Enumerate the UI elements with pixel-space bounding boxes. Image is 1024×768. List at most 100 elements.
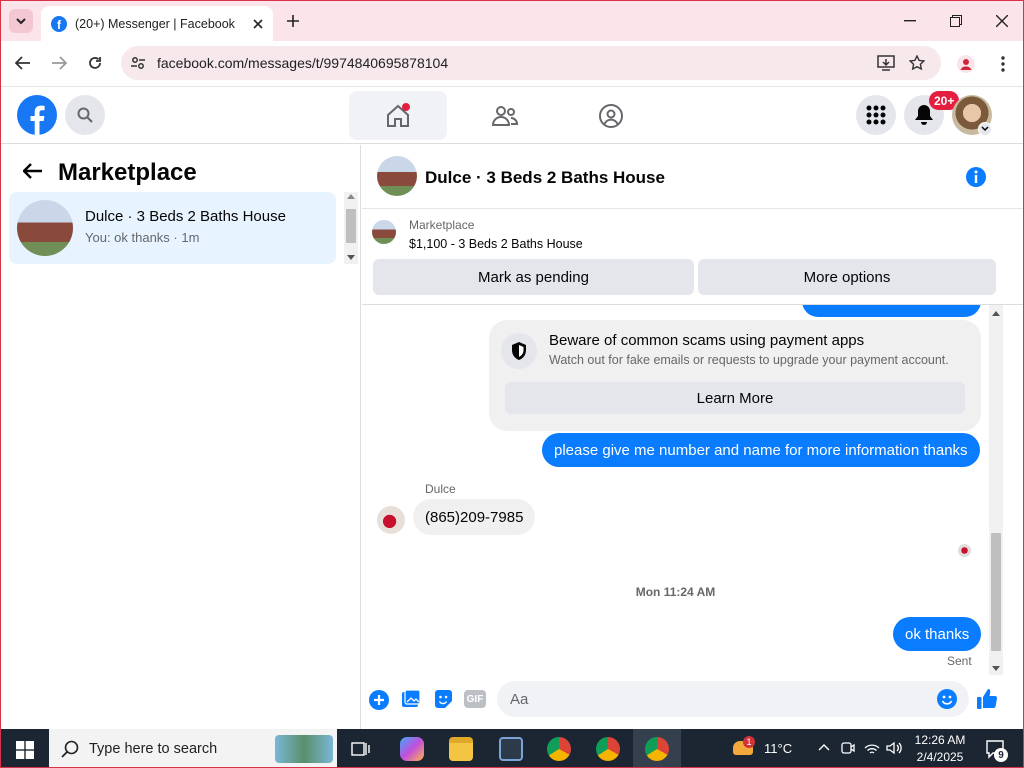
close-window-button[interactable] (985, 6, 1019, 36)
conversation-name: Dulce · 3 Beds 2 Baths House (85, 208, 286, 225)
taskbar-search-placeholder: Type here to search (89, 741, 218, 757)
photos-app-icon[interactable] (499, 737, 523, 761)
list-scrollbar[interactable] (344, 192, 358, 264)
message-thread: Beware of common scams using payment app… (362, 305, 1023, 675)
read-receipt-avatar (958, 544, 971, 557)
windows-taskbar: Type here to search 1 11°C 12:26 AM 2/4/… (1, 729, 1023, 767)
minimize-button[interactable] (893, 6, 927, 36)
meet-now-icon[interactable] (841, 740, 855, 756)
browser-menu-button[interactable] (991, 52, 1015, 76)
wifi-icon[interactable] (864, 740, 880, 756)
message-status: Sent (947, 654, 972, 668)
clock-time[interactable]: 12:26 AM (906, 733, 974, 747)
info-icon[interactable] (965, 166, 987, 188)
grid-menu-icon (866, 105, 886, 125)
scam-body: Watch out for fake emails or requests to… (549, 353, 949, 367)
chrome-profile-icon[interactable] (596, 737, 620, 761)
menu-button[interactable] (856, 95, 896, 135)
photo-icon[interactable] (401, 689, 421, 709)
listing-label: Marketplace (409, 218, 475, 232)
account-chevron[interactable] (978, 122, 992, 136)
notification-center-count: 9 (994, 748, 1008, 762)
chat-avatar[interactable] (377, 156, 417, 196)
scroll-thumb[interactable] (346, 209, 356, 243)
back-button[interactable] (11, 51, 35, 75)
restore-button[interactable] (939, 6, 973, 36)
volume-icon[interactable] (886, 740, 902, 756)
arrow-left-icon[interactable] (23, 163, 43, 179)
message-input[interactable]: Aa (497, 681, 969, 717)
chat-panel: Dulce · 3 Beds 2 Baths House Marketplace… (362, 145, 1023, 729)
chat-title[interactable]: Dulce · 3 Beds 2 Baths House (425, 168, 665, 188)
more-options-button[interactable]: More options (698, 259, 996, 295)
chevron-up-icon[interactable] (818, 743, 830, 751)
address-bar[interactable]: facebook.com/messages/t/9974840695878104 (121, 46, 941, 80)
profile-button[interactable] (954, 52, 978, 76)
thread-scrollbar[interactable] (989, 305, 1003, 675)
sender-avatar[interactable] (377, 506, 405, 534)
sender-name: Dulce (425, 482, 456, 496)
file-explorer-icon[interactable] (449, 737, 473, 761)
scam-title: Beware of common scams using payment app… (549, 332, 865, 349)
windows-start-icon[interactable] (16, 741, 34, 759)
weather-temperature[interactable]: 11°C (764, 741, 792, 756)
clock-date[interactable]: 2/4/2025 (906, 750, 974, 764)
new-tab-button[interactable] (281, 9, 305, 33)
url-text: facebook.com/messages/t/9974840695878104 (157, 55, 449, 71)
emoji-icon[interactable] (937, 689, 957, 709)
close-icon (996, 15, 1008, 27)
conversation-item[interactable]: Dulce · 3 Beds 2 Baths House You: ok tha… (9, 192, 336, 264)
nav-friends[interactable] (471, 91, 539, 140)
reload-icon (89, 57, 101, 69)
kebab-menu-icon (1001, 56, 1005, 72)
search-highlight-image (275, 735, 333, 763)
outgoing-message[interactable]: please give me number and name for more … (542, 433, 980, 467)
gif-icon[interactable]: GIF (464, 690, 486, 708)
marketplace-listing-bar: Marketplace $1,100 - 3 Beds 2 Baths Hous… (362, 209, 1023, 305)
groups-icon (599, 103, 623, 128)
close-tab-icon[interactable] (253, 18, 263, 29)
taskbar-search-box[interactable]: Type here to search (49, 729, 337, 767)
listing-title[interactable]: $1,100 - 3 Beds 2 Baths House (409, 237, 583, 251)
browser-tab[interactable]: f (20+) Messenger | Facebook (41, 6, 273, 41)
nav-home[interactable] (349, 91, 447, 140)
nav-groups[interactable] (577, 91, 645, 140)
incoming-message[interactable]: (865)209-7985 (413, 499, 536, 535)
plus-circle-icon[interactable] (369, 690, 389, 710)
copilot-icon[interactable] (400, 737, 424, 761)
search-icon (61, 740, 79, 758)
scroll-thumb[interactable] (991, 533, 1001, 651)
outgoing-message[interactable]: ok thanks (893, 617, 982, 651)
chevron-down-icon (981, 126, 989, 132)
bookmark-star-icon[interactable] (909, 55, 925, 71)
listing-thumbnail (372, 220, 396, 244)
arrow-left-icon (15, 56, 30, 70)
scam-warning-card: Beware of common scams using payment app… (489, 320, 981, 431)
forward-button[interactable] (47, 51, 71, 75)
facebook-logo-icon[interactable] (17, 95, 57, 135)
shield-badge (501, 333, 537, 369)
thumbs-up-icon[interactable] (976, 688, 998, 710)
chrome-icon[interactable] (547, 737, 571, 761)
site-settings-icon[interactable] (131, 56, 145, 70)
shield-icon (512, 342, 526, 360)
minimize-icon (904, 20, 916, 22)
browser-window: f (20+) Messenger | Facebook facebook.co… (0, 0, 1024, 768)
message-input-placeholder: Aa (510, 690, 529, 708)
task-view-icon[interactable] (351, 739, 371, 759)
facebook-favicon-icon: f (51, 15, 67, 32)
reload-button[interactable] (83, 51, 107, 75)
search-icon (77, 107, 93, 123)
chevron-down-icon (16, 18, 26, 25)
composer: GIF Aa (362, 675, 1023, 729)
address-row: facebook.com/messages/t/9974840695878104 (1, 41, 1023, 87)
friends-icon (492, 105, 518, 126)
tab-search-button[interactable] (9, 9, 33, 33)
facebook-search-button[interactable] (65, 95, 105, 135)
learn-more-button[interactable]: Learn More (505, 382, 965, 414)
install-app-icon[interactable] (877, 55, 895, 71)
previous-bubble-edge (802, 305, 981, 317)
mark-as-pending-button[interactable]: Mark as pending (373, 259, 694, 295)
sticker-icon[interactable] (433, 689, 453, 709)
chrome-active-icon[interactable] (645, 737, 669, 761)
